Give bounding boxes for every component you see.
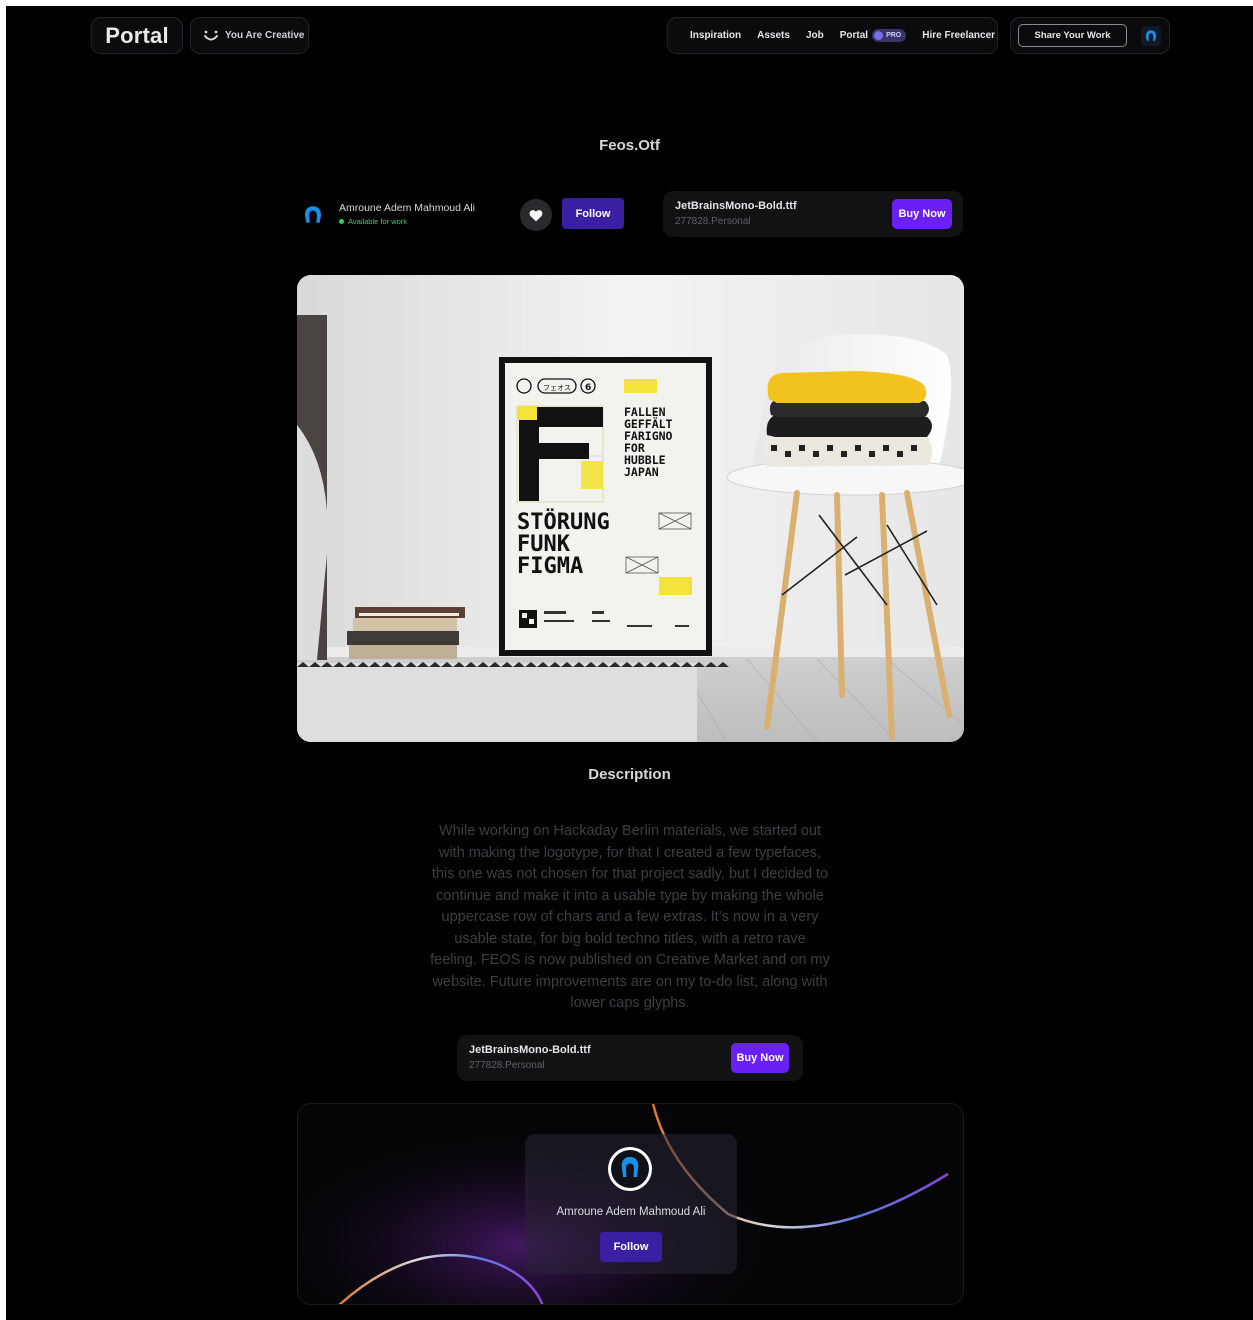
- font-file-name: JetBrainsMono-Bold.ttf: [469, 1044, 591, 1056]
- logo: Portal: [105, 22, 169, 48]
- poster-headline-3: FIGMA: [517, 554, 583, 579]
- font-file-name: JetBrainsMono-Bold.ttf: [675, 200, 797, 212]
- nav-inspiration[interactable]: Inspiration: [690, 30, 741, 41]
- status-dot-icon: [339, 219, 344, 224]
- description-text: While working on Hackaday Berlin materia…: [430, 823, 830, 1011]
- poster-tag: フェオス: [543, 384, 571, 392]
- author-card-name: Amroune Adem Mahmoud Ali: [556, 1206, 706, 1218]
- poster-number: 6: [585, 383, 591, 393]
- page-title: Feos.Otf: [599, 137, 660, 154]
- share-your-work-button[interactable]: Share Your Work: [1018, 24, 1127, 47]
- user-avatar-icon[interactable]: [1141, 25, 1161, 46]
- like-button[interactable]: [520, 199, 552, 231]
- pro-badge: PRO: [872, 29, 907, 42]
- main-nav: Inspiration Assets Job Portal PRO Hire F…: [667, 17, 998, 54]
- font-license: 277828.Personal: [675, 216, 751, 227]
- tagline-text: You Are Creative: [225, 30, 305, 41]
- buy-now-button[interactable]: Buy Now: [731, 1043, 789, 1073]
- author-avatar-large-icon[interactable]: [608, 1147, 652, 1191]
- page: Portal You Are Creative Inspiration Asse…: [6, 6, 1253, 1320]
- nav-portal-pro[interactable]: Portal PRO: [840, 29, 907, 42]
- nav-job[interactable]: Job: [806, 30, 824, 41]
- heart-icon: [529, 209, 543, 221]
- author-profile-card: Amroune Adem Mahmoud Ali Follow: [297, 1103, 964, 1305]
- tagline-button[interactable]: You Are Creative: [190, 17, 309, 54]
- font-purchase-card: JetBrainsMono-Bold.ttf 277828.Personal B…: [663, 191, 963, 237]
- poster-mockup-illustration: フェオス 6 FALLEN GEFFÄLT FARIGNO FOR HUBBLE…: [297, 275, 964, 742]
- buy-now-button[interactable]: Buy Now: [892, 199, 952, 229]
- font-purchase-card-bottom: JetBrainsMono-Bold.ttf 277828.Personal B…: [457, 1035, 803, 1081]
- author-avatar-icon[interactable]: [300, 202, 326, 228]
- follow-button[interactable]: Follow: [562, 198, 624, 229]
- nav-assets[interactable]: Assets: [757, 30, 790, 41]
- logo-button[interactable]: Portal: [91, 17, 183, 54]
- nav-hire-freelancer[interactable]: Hire Freelancer: [922, 30, 995, 41]
- availability-status: Available for work: [339, 217, 407, 226]
- follow-button-card[interactable]: Follow: [600, 1232, 662, 1262]
- font-license: 277828.Personal: [469, 1060, 545, 1071]
- author-card-inner: Amroune Adem Mahmoud Ali Follow: [525, 1134, 737, 1274]
- nav-portal-label: Portal: [839, 30, 869, 41]
- availability-text: Available for work: [348, 217, 408, 226]
- hero-image: フェオス 6 FALLEN GEFFÄLT FARIGNO FOR HUBBLE…: [297, 275, 964, 742]
- description-title: Description: [588, 766, 671, 783]
- smile-icon: [204, 30, 218, 40]
- poster-word-6: JAPAN: [624, 465, 659, 479]
- pro-badge-label: PRO: [886, 32, 902, 39]
- author-name[interactable]: Amroune Adem Mahmoud Ali: [339, 202, 475, 214]
- pro-dot-icon: [874, 31, 884, 40]
- user-actions: Share Your Work: [1010, 17, 1170, 54]
